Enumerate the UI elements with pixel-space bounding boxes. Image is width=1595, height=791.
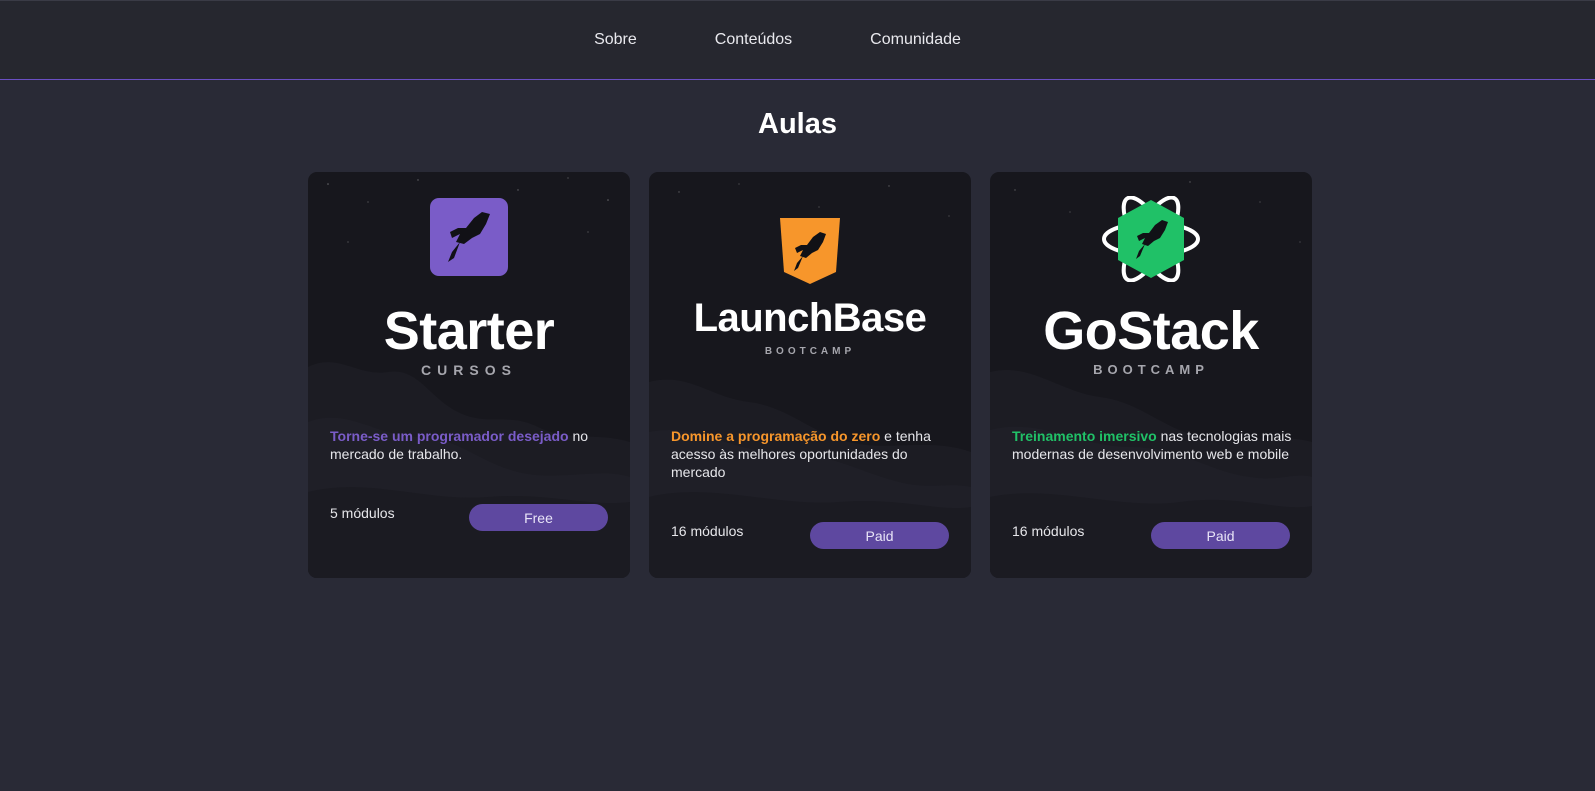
description-highlight: Torne-se um programador desejado: [330, 428, 569, 444]
brand-subtitle: CURSOS: [421, 362, 517, 378]
main-nav: Sobre Conteúdos Comunidade: [555, 31, 1000, 49]
nav-link-comunidade[interactable]: Comunidade: [870, 31, 961, 49]
header: Sobre Conteúdos Comunidade: [0, 0, 1595, 80]
nav-link-sobre[interactable]: Sobre: [594, 31, 637, 49]
course-cards: Starter CURSOS Torne-se um programador d…: [308, 172, 1312, 578]
course-card-starter[interactable]: Starter CURSOS Torne-se um programador d…: [308, 172, 630, 578]
nav-link-conteudos[interactable]: Conteúdos: [715, 31, 792, 49]
module-count: 16 módulos: [671, 523, 744, 539]
description-highlight: Domine a programação do zero: [671, 428, 881, 444]
price-button[interactable]: Paid: [810, 522, 949, 549]
brand-name: LaunchBase: [693, 296, 927, 340]
rocket-shield-icon: [780, 218, 840, 284]
module-count: 16 módulos: [1012, 523, 1085, 539]
price-button[interactable]: Paid: [1151, 522, 1290, 549]
brand-name: Starter: [383, 301, 555, 361]
course-card-gostack[interactable]: GoStack BOOTCAMP Treinamento imersivo na…: [990, 172, 1312, 578]
description-highlight: Treinamento imersivo: [1012, 428, 1157, 444]
page-title: Aulas: [758, 108, 837, 140]
module-count: 5 módulos: [330, 505, 395, 521]
course-card-launchbase[interactable]: LaunchBase BOOTCAMP Domine a programação…: [649, 172, 971, 578]
price-button[interactable]: Free: [469, 504, 608, 531]
course-description: Torne-se um programador desejado no merc…: [330, 427, 610, 463]
rocket-square-icon: [430, 198, 508, 276]
brand-subtitle: BOOTCAMP: [1093, 362, 1209, 377]
course-description: Treinamento imersivo nas tecnologias mai…: [1012, 427, 1292, 463]
course-description: Domine a programação do zero e tenha ace…: [671, 427, 951, 481]
brand-subtitle: BOOTCAMP: [764, 346, 856, 357]
brand-name: GoStack: [1043, 301, 1259, 361]
rocket-atom-icon: [1102, 196, 1200, 282]
